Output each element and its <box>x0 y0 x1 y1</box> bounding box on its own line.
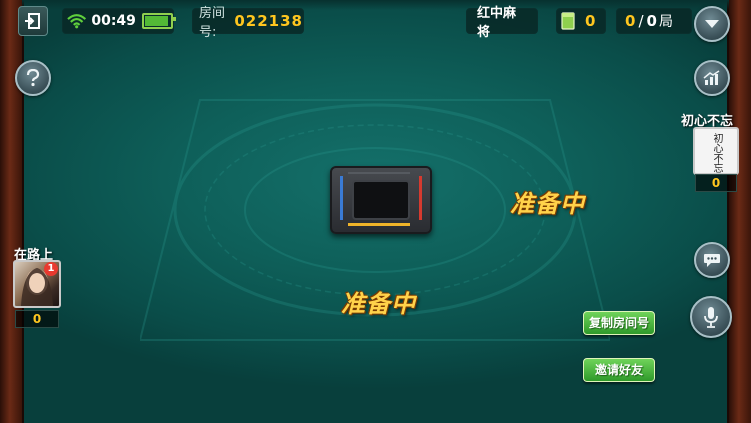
cards-left-chip: 0 <box>556 8 606 34</box>
chat-button[interactable] <box>694 242 730 278</box>
chat-bubble-icon <box>704 254 720 267</box>
menu-button[interactable] <box>694 6 730 42</box>
card-stack-icon <box>561 12 575 30</box>
copy-room-button[interactable]: 复制房间号 <box>583 311 655 335</box>
status-bar: 00:49 <box>62 8 177 34</box>
compass-east-bar <box>419 176 422 220</box>
battery-icon <box>141 13 177 29</box>
clock-time: 00:49 <box>91 13 136 29</box>
stats-button[interactable] <box>694 60 730 96</box>
compass-west-bar <box>340 176 343 220</box>
game-name-chip: 红中麻将 <box>466 6 538 40</box>
chevron-down-icon <box>705 20 719 28</box>
battery-fill <box>144 16 168 26</box>
room-info: 房间号: 022138 <box>192 6 304 40</box>
microphone-icon <box>704 307 718 328</box>
round-total: 0 <box>646 12 657 30</box>
avatar-calligraphy: 初心不忘 <box>711 133 722 173</box>
game-name: 红中麻将 <box>477 6 517 40</box>
compass-screen <box>352 180 410 220</box>
round-current: 0 <box>625 12 636 30</box>
table-rim-right <box>727 0 751 423</box>
invite-friends-button[interactable]: 邀请好友 <box>583 358 655 382</box>
right-player-ready: 准备中 <box>510 189 585 218</box>
exit-button[interactable] <box>18 6 48 36</box>
compass-south-bar <box>348 223 410 226</box>
room-label: 房间号: <box>199 6 226 40</box>
wifi-icon <box>67 14 87 29</box>
round-chip: 0 / 0 局 <box>616 8 692 34</box>
question-icon <box>26 69 40 87</box>
compass-north-bar <box>348 172 410 174</box>
self-ready: 准备中 <box>341 289 416 318</box>
dice-compass <box>330 166 432 234</box>
round-unit: 局 <box>658 14 673 30</box>
right-player-avatar[interactable]: 初心不忘 <box>693 127 739 175</box>
cards-left-count: 0 <box>585 12 596 30</box>
chart-trend-icon <box>703 70 720 85</box>
exit-door-icon <box>25 13 40 29</box>
help-button[interactable] <box>15 60 51 96</box>
notification-badge: 1 <box>44 262 58 276</box>
left-player-score: 0 <box>15 310 59 328</box>
round-separator: / <box>638 12 644 30</box>
room-number: 022138 <box>234 12 303 30</box>
right-player-score: 0 <box>695 174 737 192</box>
voice-button[interactable] <box>690 296 732 338</box>
